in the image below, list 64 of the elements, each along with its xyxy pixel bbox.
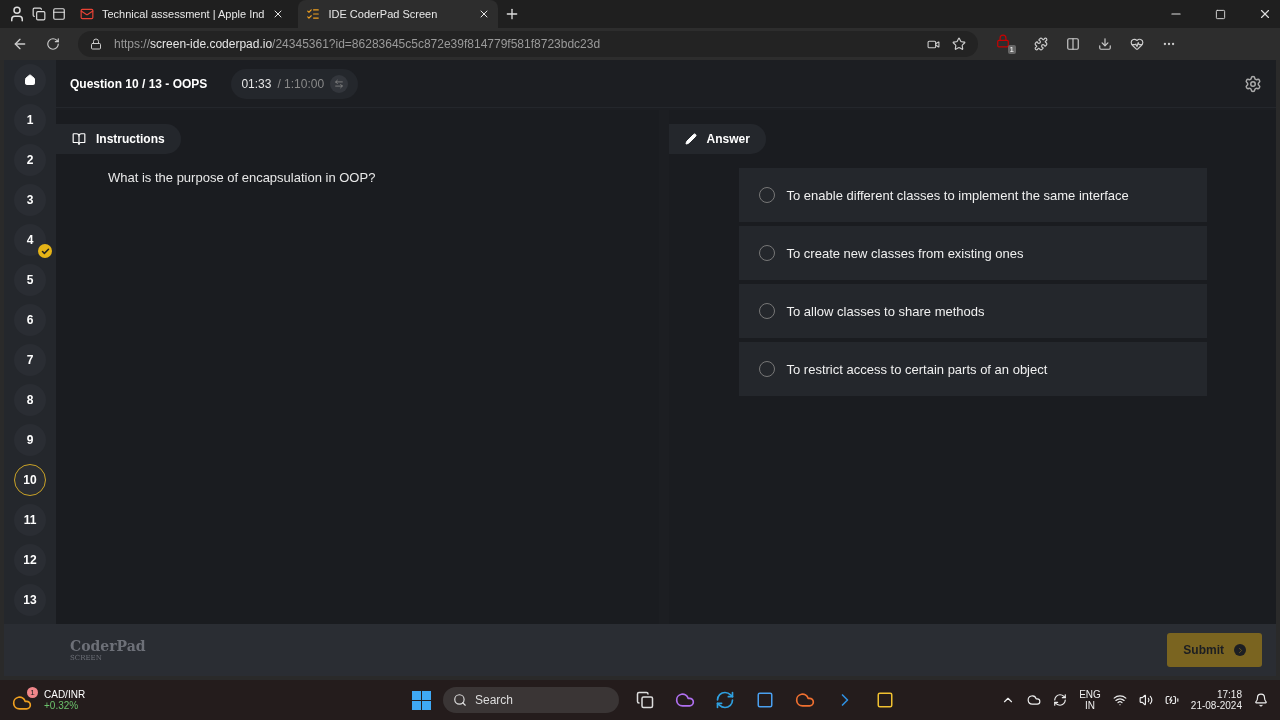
instructions-tab[interactable]: Instructions [56, 124, 181, 154]
count-badge: 1 [27, 687, 38, 698]
search-placeholder: Search [475, 693, 514, 707]
sync-icon[interactable] [1053, 693, 1068, 707]
close-icon[interactable] [1258, 7, 1272, 21]
book-icon [72, 132, 86, 146]
mail-icon [80, 7, 94, 21]
answer-option[interactable]: To create new classes from existing ones [738, 226, 1207, 280]
question-number-button[interactable]: 10 [14, 464, 46, 496]
timer: 01:33 / 1:10:00 [231, 68, 359, 99]
question-number-button[interactable]: 8 [14, 384, 46, 416]
question-number-button[interactable]: 5 [14, 264, 46, 296]
download-icon[interactable] [1098, 37, 1112, 51]
question-number-button[interactable]: 11 [14, 504, 46, 536]
question-number-button[interactable]: 4 [14, 224, 46, 256]
arrow-circle-icon [1234, 644, 1246, 656]
tab-actions-icon[interactable] [32, 7, 46, 21]
answer-option[interactable]: To enable different classes to implement the same interface [738, 168, 1207, 222]
wifi-icon[interactable] [1112, 693, 1127, 707]
home-icon [24, 74, 36, 86]
question-number-button[interactable]: 2 [14, 144, 46, 176]
volume-icon[interactable] [1138, 693, 1153, 707]
taskbar-search-field[interactable]: Search [443, 687, 619, 713]
browser-tab[interactable]: IDE CoderPad Screen [298, 0, 499, 28]
cloud-icon[interactable] [1027, 693, 1042, 707]
profile-icon[interactable] [8, 5, 26, 23]
star-icon[interactable] [952, 37, 966, 51]
checklist-icon [306, 7, 321, 21]
search-icon [453, 693, 467, 707]
heart-pulse-icon[interactable] [1130, 37, 1144, 51]
widget-title: CAD/INR [44, 689, 86, 700]
lock-icon [90, 38, 102, 50]
home-button[interactable] [14, 64, 46, 96]
count-badge: 1 [1007, 45, 1016, 54]
answer-tab[interactable]: Answer [668, 124, 766, 154]
widget-change: +0.32% [44, 700, 80, 711]
question-number-button[interactable]: 3 [14, 184, 46, 216]
pencil-icon [684, 133, 697, 145]
question-number-button[interactable]: 6 [14, 304, 46, 336]
question-number-button[interactable]: 7 [14, 344, 46, 376]
question-number-button[interactable]: 9 [14, 424, 46, 456]
maximize-icon[interactable] [1215, 8, 1226, 20]
start-icon[interactable] [412, 690, 431, 710]
question-text: What is the purpose of encapsulation in OOP? [108, 170, 377, 185]
question-number-button[interactable]: 12 [14, 544, 46, 576]
bell-icon[interactable] [1254, 693, 1268, 707]
url-text: https://screen-ide.coderpad.io/24345361?id=86283645c5c872e39f814779f581f8723bdc23d [114, 37, 602, 51]
settings-icon[interactable] [1244, 74, 1262, 93]
clock[interactable]: 17:18 21-08-2024 [1190, 689, 1242, 711]
question-number-button[interactable]: 13 [14, 584, 46, 616]
vertical-tabs-icon[interactable] [52, 7, 66, 21]
question-number-button[interactable]: 1 [14, 104, 46, 136]
browser-tab[interactable]: Technical assessment | Apple Ind [72, 0, 293, 28]
back-icon[interactable] [12, 36, 28, 52]
answer-option[interactable]: To restrict access to certain parts of an object [738, 342, 1207, 396]
address-bar[interactable]: https://screen-ide.coderpad.io/24345361?id=86283645c5c872e39f814779f581f8723bdc23d [78, 31, 978, 57]
language-indicator[interactable]: ENG IN [1079, 689, 1101, 711]
battery-icon[interactable] [1164, 693, 1179, 707]
answer-option[interactable]: To allow classes to share methods [738, 284, 1207, 338]
task-view-icon[interactable] [636, 691, 654, 709]
question-title: Question 10 / 13 - OOPS [70, 76, 208, 91]
puzzle-icon[interactable] [1034, 37, 1048, 51]
split-screen-icon[interactable] [1066, 37, 1080, 51]
reload-icon[interactable] [46, 37, 60, 51]
